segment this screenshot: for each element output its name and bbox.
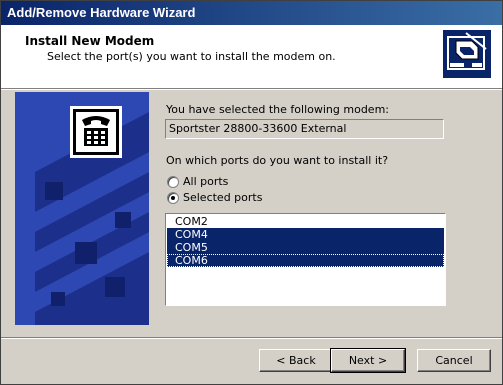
selected-ports-text: Selected ports bbox=[183, 191, 263, 204]
cancel-button[interactable]: Cancel bbox=[417, 349, 491, 372]
selected-modem-label: You have selected the following modem: bbox=[166, 103, 389, 116]
header-title: Install New Modem bbox=[25, 34, 155, 48]
port-list-item-com2[interactable]: COM2 bbox=[167, 215, 444, 228]
wizard-header: Install New Modem Select the port(s) you… bbox=[1, 25, 502, 89]
next-button[interactable]: Next > bbox=[330, 348, 406, 373]
selected-modem-value: Sportster 28800-33600 External bbox=[169, 122, 347, 135]
title-bar[interactable]: Add/Remove Hardware Wizard bbox=[1, 1, 502, 25]
window-title: Add/Remove Hardware Wizard bbox=[7, 5, 196, 20]
port-question-label: On which ports do you want to install it… bbox=[166, 154, 389, 167]
selected-ports-label[interactable]: Selected ports bbox=[183, 191, 262, 204]
port-list-item-com4[interactable]: COM4 bbox=[167, 228, 444, 241]
back-button[interactable]: < Back bbox=[259, 349, 333, 372]
all-ports-label[interactable]: All ports bbox=[183, 175, 228, 188]
selected-modem-field: Sportster 28800-33600 External bbox=[165, 119, 444, 139]
side-graphic bbox=[15, 92, 149, 325]
all-ports-radio[interactable] bbox=[167, 176, 179, 188]
header-divider bbox=[1, 89, 502, 90]
header-subtitle: Select the port(s) you want to install t… bbox=[47, 50, 336, 63]
radio-checked-dot bbox=[171, 196, 175, 200]
wizard-window: Add/Remove Hardware Wizard Install New M… bbox=[0, 0, 503, 385]
port-list-item-com6[interactable]: COM6 bbox=[167, 254, 444, 267]
ports-listbox[interactable]: COM2 COM4 COM5 COM6 bbox=[165, 213, 446, 306]
telephone-icon bbox=[70, 106, 122, 158]
port-list-item-com5[interactable]: COM5 bbox=[167, 241, 444, 254]
selected-ports-radio[interactable] bbox=[167, 192, 179, 204]
hardware-wizard-icon bbox=[443, 30, 491, 78]
all-ports-text: All ports bbox=[183, 175, 229, 188]
footer-divider-highlight bbox=[1, 338, 502, 339]
